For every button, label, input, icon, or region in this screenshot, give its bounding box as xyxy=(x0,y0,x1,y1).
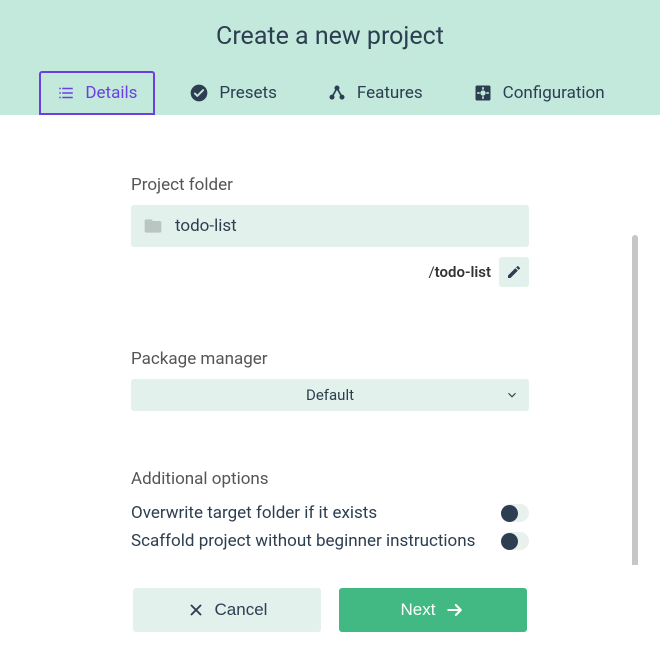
tabs: Details Presets Features Configuration xyxy=(0,71,660,115)
option-label: Scaffold project without beginner instru… xyxy=(131,531,475,551)
cancel-label: Cancel xyxy=(215,600,268,620)
form-content: Project folder todo-list /todo-list Pack… xyxy=(131,115,529,565)
package-manager-select[interactable]: Default xyxy=(131,379,529,411)
project-folder-label: Project folder xyxy=(131,175,529,195)
option-label: Overwrite target folder if it exists xyxy=(131,503,377,523)
next-button[interactable]: Next xyxy=(339,588,527,632)
cancel-button[interactable]: Cancel xyxy=(133,588,321,632)
option-scaffold-row: Scaffold project without beginner instru… xyxy=(131,527,529,555)
tab-label: Features xyxy=(357,83,423,103)
gear-box-icon xyxy=(473,83,493,103)
path-display: /todo-list xyxy=(428,263,491,281)
tab-label: Configuration xyxy=(503,83,605,103)
tab-label: Details xyxy=(85,83,137,103)
option-overwrite-toggle[interactable] xyxy=(501,504,529,522)
scroll-area: Project folder todo-list /todo-list Pack… xyxy=(0,115,660,565)
package-manager-label: Package manager xyxy=(131,349,529,369)
tab-presets[interactable]: Presets xyxy=(173,71,292,115)
footer: Cancel Next xyxy=(0,565,660,649)
project-path-row: /todo-list xyxy=(131,257,529,287)
tab-features[interactable]: Features xyxy=(311,71,439,115)
next-label: Next xyxy=(401,600,436,620)
tab-configuration[interactable]: Configuration xyxy=(457,71,621,115)
share-icon xyxy=(327,83,347,103)
body: Project folder todo-list /todo-list Pack… xyxy=(0,115,660,649)
option-scaffold-toggle[interactable] xyxy=(501,532,529,550)
check-circle-icon xyxy=(189,83,209,103)
folder-icon xyxy=(143,216,163,236)
option-overwrite-row: Overwrite target folder if it exists xyxy=(131,499,529,527)
package-manager-value: Default xyxy=(306,386,354,404)
arrow-right-icon xyxy=(445,600,465,620)
list-icon xyxy=(57,84,75,102)
edit-path-button[interactable] xyxy=(499,257,529,287)
header: Create a new project Details Presets Fea… xyxy=(0,0,660,115)
chevron-down-icon xyxy=(505,388,519,402)
additional-options-label: Additional options xyxy=(131,469,529,489)
page-title: Create a new project xyxy=(0,22,660,71)
project-folder-input[interactable]: todo-list xyxy=(131,205,529,247)
project-folder-value: todo-list xyxy=(175,216,237,236)
tab-details[interactable]: Details xyxy=(39,71,155,115)
close-icon xyxy=(187,601,205,619)
tab-label: Presets xyxy=(219,83,276,103)
pencil-icon xyxy=(506,264,522,280)
